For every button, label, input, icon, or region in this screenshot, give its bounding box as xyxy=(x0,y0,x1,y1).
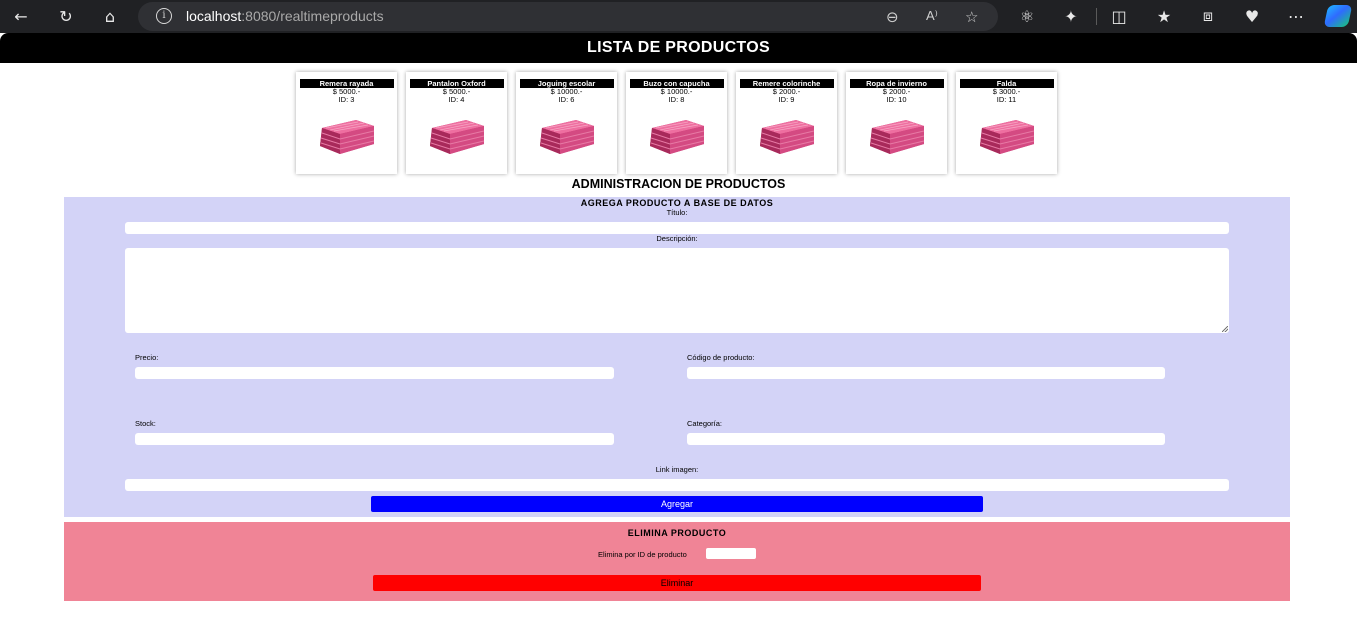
info-icon[interactable]: i xyxy=(156,8,172,24)
product-card: Falda $ 3000.- ID: 11 xyxy=(956,72,1057,174)
delete-button[interactable]: Eliminar xyxy=(373,575,981,591)
product-card: Remera rayada $ 5000.- ID: 3 xyxy=(296,72,397,174)
precio-label: Precio: xyxy=(135,353,159,362)
codigo-input[interactable] xyxy=(687,367,1165,379)
product-card: Buzo con capucha $ 10000.- ID: 8 xyxy=(626,72,727,174)
home-icon[interactable]: ⌂ xyxy=(99,5,121,27)
delete-id-input[interactable] xyxy=(706,548,756,559)
url-host: localhost xyxy=(186,8,242,24)
product-card: Ropa de invierno $ 2000.- ID: 10 xyxy=(846,72,947,174)
add-button[interactable]: Agregar xyxy=(371,496,983,512)
product-image xyxy=(759,119,815,155)
product-image xyxy=(869,119,925,155)
product-id: ID: 10 xyxy=(886,95,907,104)
copilot-icon[interactable] xyxy=(1323,5,1353,27)
product-image xyxy=(979,119,1035,155)
page-title: LISTA DE PRODUCTOS xyxy=(0,33,1357,63)
favorites-icon[interactable]: ★ xyxy=(1153,5,1175,27)
product-id: ID: 3 xyxy=(338,95,355,104)
descripcion-textarea[interactable] xyxy=(125,248,1229,333)
descripcion-label: Descripción: xyxy=(656,234,698,243)
browser-essentials-icon[interactable]: ♥ xyxy=(1241,5,1263,27)
back-arrow-icon[interactable]: ← xyxy=(10,5,32,27)
categoria-input[interactable] xyxy=(687,433,1165,445)
favorite-star-icon[interactable]: ☆ xyxy=(965,8,978,26)
product-list: Remera rayada $ 5000.- ID: 3 Pantalon Ox… xyxy=(296,72,1057,174)
product-image xyxy=(539,119,595,155)
stock-input[interactable] xyxy=(135,433,614,445)
resize-handle-icon[interactable] xyxy=(1222,326,1228,332)
product-id: ID: 4 xyxy=(448,95,465,104)
product-id: ID: 6 xyxy=(558,95,575,104)
product-image xyxy=(319,119,375,155)
read-aloud-icon[interactable]: A⁾ xyxy=(926,8,938,24)
delete-product-form: ELIMINA PRODUCTO Elimina por ID de produ… xyxy=(64,522,1290,601)
url-text[interactable]: localhost:8080/realtimeproducts xyxy=(186,8,384,24)
product-image xyxy=(649,119,705,155)
codigo-label: Código de producto: xyxy=(687,353,755,362)
toolbar-divider xyxy=(1096,8,1097,25)
product-id: ID: 9 xyxy=(778,95,795,104)
stock-label: Stock: xyxy=(135,419,156,428)
titulo-input[interactable] xyxy=(125,222,1229,234)
product-card: Pantalon Oxford $ 5000.- ID: 4 xyxy=(406,72,507,174)
address-bar[interactable]: i localhost:8080/realtimeproducts ⊖ A⁾ ☆ xyxy=(138,2,998,31)
refresh-icon[interactable]: ↻ xyxy=(55,5,77,27)
browser-toolbar: ← ↻ ⌂ i localhost:8080/realtimeproducts … xyxy=(0,0,1357,33)
product-id: ID: 8 xyxy=(668,95,685,104)
page-content: LISTA DE PRODUCTOS Remera rayada $ 5000.… xyxy=(0,33,1357,638)
precio-input[interactable] xyxy=(135,367,614,379)
url-path: :8080/realtimeproducts xyxy=(241,8,384,24)
react-devtools-icon[interactable]: ⚛ xyxy=(1016,5,1038,27)
product-card: Remere colorinche $ 2000.- ID: 9 xyxy=(736,72,837,174)
extensions-icon[interactable]: ✦ xyxy=(1060,5,1082,27)
admin-title: ADMINISTRACION DE PRODUCTOS xyxy=(571,177,786,191)
categoria-label: Categoría: xyxy=(687,419,723,428)
product-image xyxy=(429,119,485,155)
zoom-out-icon[interactable]: ⊖ xyxy=(886,8,899,26)
imagen-label: Link imagen: xyxy=(655,465,699,474)
delete-section-title: ELIMINA PRODUCTO xyxy=(627,528,727,538)
split-screen-icon[interactable]: ◫ xyxy=(1108,5,1130,27)
titulo-label: Título: xyxy=(666,208,688,217)
product-id: ID: 11 xyxy=(996,95,1017,104)
product-card: Joguing escolar $ 10000.- ID: 6 xyxy=(516,72,617,174)
add-product-form: AGREGA PRODUCTO A BASE DE DATOS Título: … xyxy=(64,197,1290,517)
delete-id-label: Elimina por ID de producto xyxy=(598,550,687,559)
add-section-title: AGREGA PRODUCTO A BASE DE DATOS xyxy=(580,198,774,208)
imagen-input[interactable] xyxy=(125,479,1229,491)
more-icon[interactable]: ⋯ xyxy=(1285,5,1307,27)
collections-icon[interactable]: ⧈ xyxy=(1197,5,1219,27)
